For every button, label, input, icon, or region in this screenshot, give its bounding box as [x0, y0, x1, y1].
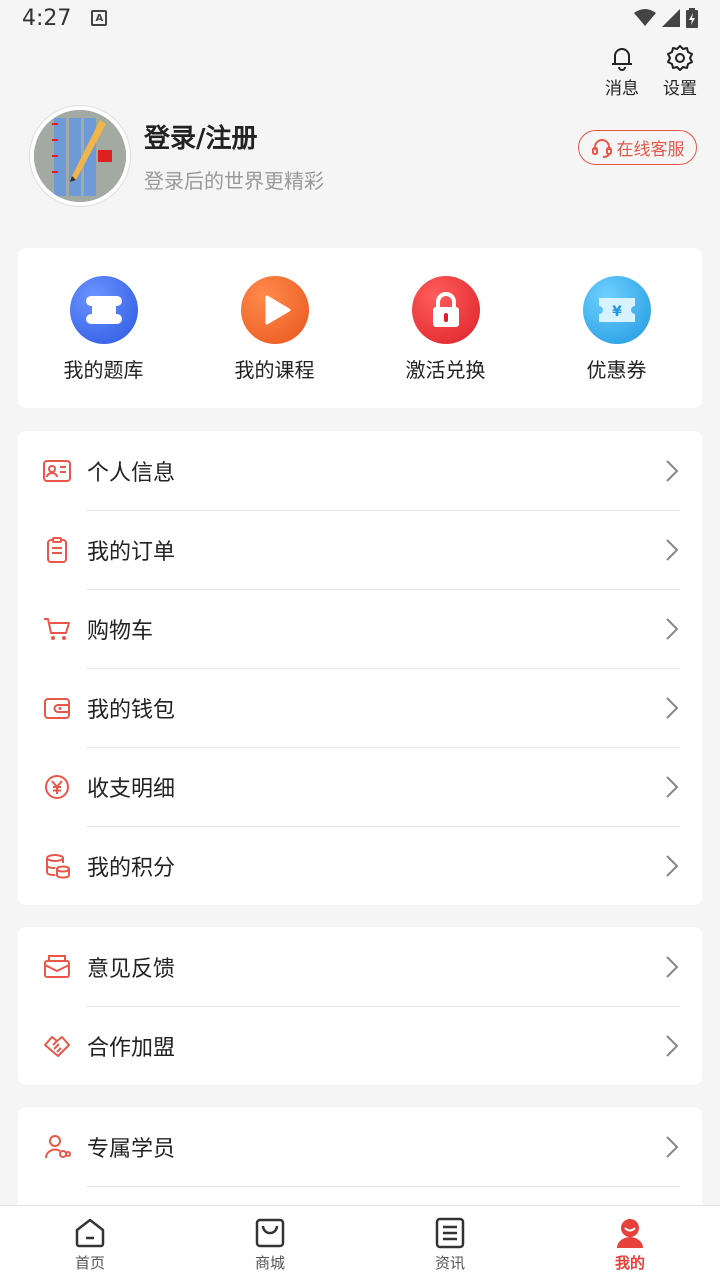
feedback-mail-icon	[42, 952, 72, 982]
login-register-title[interactable]: 登录/注册	[144, 118, 324, 155]
tab-shop[interactable]: 商城	[180, 1206, 360, 1280]
home-icon	[75, 1218, 105, 1248]
ruler-pencil-logo	[34, 110, 126, 202]
menu-item-cart[interactable]: 购物车	[18, 589, 702, 668]
headset-icon	[591, 138, 612, 158]
wifi-icon	[634, 9, 656, 26]
tab-label: 资讯	[434, 1254, 465, 1272]
status-bar: 4:27 A	[0, 0, 720, 36]
quick-action-coupon[interactable]: ¥ 优惠券	[531, 248, 702, 408]
menu-item-label: 收支明细	[87, 776, 176, 802]
menu-item-label: 专属学员	[87, 1136, 176, 1162]
battery-icon	[686, 8, 698, 28]
status-icons	[634, 8, 698, 28]
login-subtitle: 登录后的世界更精彩	[144, 169, 324, 193]
avatar[interactable]	[30, 106, 130, 206]
svg-text:¥: ¥	[612, 304, 622, 320]
tab-news[interactable]: 资讯	[360, 1206, 540, 1280]
chevron-right-icon	[666, 1135, 679, 1158]
menu-item-label: 我的积分	[87, 855, 176, 881]
news-icon	[435, 1217, 465, 1249]
quick-action-label: 激活兑换	[405, 358, 486, 382]
tab-mine[interactable]: 我的	[540, 1206, 720, 1280]
chevron-right-icon	[666, 696, 679, 719]
tab-home[interactable]: 首页	[0, 1206, 180, 1280]
menu-group-account: 个人信息 我的订单 购物车 我的钱包 收支明细 我的积分	[18, 431, 702, 905]
menu-group-student: 专属学员	[18, 1107, 702, 1217]
profile-info: 登录/注册 登录后的世界更精彩	[144, 118, 324, 194]
online-service-button[interactable]: 在线客服	[578, 130, 697, 165]
quick-action-label: 我的课程	[234, 358, 315, 382]
menu-item-label: 意见反馈	[87, 956, 176, 982]
chevron-right-icon	[666, 617, 679, 640]
menu-item-wallet[interactable]: 我的钱包	[18, 668, 702, 747]
menu-item-label: 合作加盟	[87, 1035, 176, 1061]
divider	[87, 1186, 680, 1187]
coins-icon	[42, 851, 72, 881]
messages-button[interactable]: 消息	[602, 44, 642, 99]
signal-icon	[662, 9, 680, 27]
chevron-right-icon	[666, 1034, 679, 1057]
student-icon	[42, 1132, 72, 1162]
menu-item-label: 个人信息	[87, 460, 176, 486]
tab-label: 商城	[254, 1254, 285, 1272]
quick-action-label: 优惠券	[586, 358, 647, 382]
menu-item-label: 我的订单	[87, 539, 176, 565]
menu-item-orders[interactable]: 我的订单	[18, 510, 702, 589]
settings-label: 设置	[663, 79, 697, 99]
online-service-label: 在线客服	[616, 140, 685, 160]
top-actions: 消息 设置	[602, 44, 700, 99]
chevron-right-icon	[666, 538, 679, 561]
play-icon	[240, 276, 309, 344]
yuan-circle-icon	[42, 772, 72, 802]
quick-action-label: 我的题库	[63, 358, 144, 382]
menu-item-personal-info[interactable]: 个人信息	[18, 431, 702, 510]
chevron-right-icon	[666, 775, 679, 798]
menu-item-partnership[interactable]: 合作加盟	[18, 1006, 702, 1085]
question-bank-icon	[69, 276, 138, 344]
quick-action-activate[interactable]: 激活兑换	[360, 248, 531, 408]
chevron-right-icon	[666, 955, 679, 978]
menu-item-feedback[interactable]: 意见反馈	[18, 927, 702, 1006]
cart-icon	[42, 614, 72, 644]
chevron-right-icon	[666, 854, 679, 877]
clipboard-icon	[42, 535, 72, 565]
id-card-icon	[42, 456, 72, 486]
profile-icon	[617, 1219, 643, 1248]
bell-icon	[612, 48, 632, 71]
bottom-nav: 首页 商城 资讯 我的	[0, 1205, 720, 1280]
handshake-icon	[42, 1031, 72, 1061]
coupon-icon: ¥	[582, 276, 651, 344]
menu-item-points[interactable]: 我的积分	[18, 826, 702, 905]
shop-bag-icon	[255, 1218, 285, 1248]
menu-item-label: 购物车	[87, 618, 154, 644]
quick-action-courses[interactable]: 我的课程	[189, 248, 360, 408]
chevron-right-icon	[666, 459, 679, 482]
quick-actions-card: 我的题库 我的课程 激活兑换 ¥ 优惠券	[18, 248, 702, 408]
settings-button[interactable]: 设置	[660, 44, 700, 99]
menu-item-label: 我的钱包	[87, 697, 176, 723]
accessibility-notification-icon: A	[91, 10, 108, 26]
status-time: 4:27	[22, 5, 72, 31]
menu-item-transactions[interactable]: 收支明细	[18, 747, 702, 826]
tab-label: 我的	[614, 1254, 645, 1272]
profile-header[interactable]: 登录/注册 登录后的世界更精彩	[30, 106, 324, 206]
wallet-icon	[42, 693, 72, 723]
lock-icon	[411, 276, 480, 344]
gear-icon	[667, 45, 693, 71]
messages-label: 消息	[605, 79, 639, 99]
quick-action-question-bank[interactable]: 我的题库	[18, 248, 189, 408]
tab-label: 首页	[74, 1254, 105, 1272]
menu-item-exclusive-student[interactable]: 专属学员	[18, 1107, 702, 1186]
menu-group-feedback: 意见反馈 合作加盟	[18, 927, 702, 1085]
